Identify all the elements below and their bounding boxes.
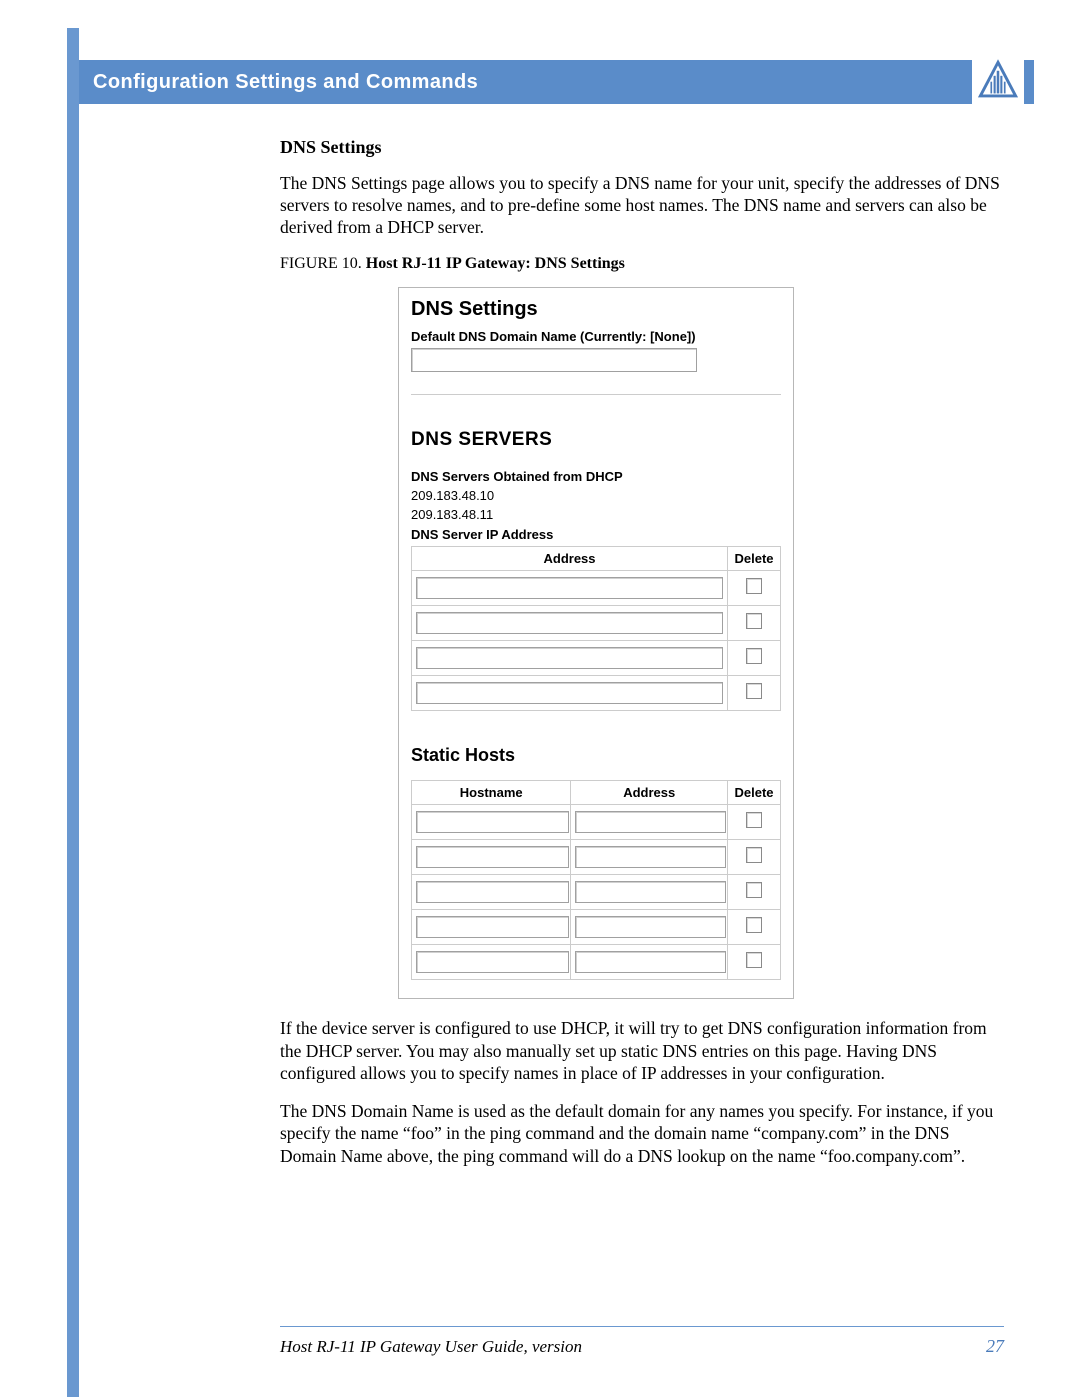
domain-name-input[interactable] bbox=[411, 348, 697, 372]
hostname-input[interactable] bbox=[416, 811, 569, 833]
domain-name-label: Default DNS Domain Name (Currently: [Non… bbox=[411, 329, 781, 344]
col-delete: Delete bbox=[728, 781, 781, 805]
delete-checkbox[interactable] bbox=[746, 952, 762, 968]
address-input[interactable] bbox=[575, 881, 726, 903]
address-input[interactable] bbox=[416, 647, 723, 669]
table-row bbox=[412, 840, 781, 875]
hostname-input[interactable] bbox=[416, 881, 569, 903]
page-footer: Host RJ-11 IP Gateway User Guide, versio… bbox=[280, 1336, 1004, 1357]
col-delete: Delete bbox=[728, 547, 781, 571]
dhcp-server-2: 209.183.48.11 bbox=[411, 507, 781, 524]
address-input[interactable] bbox=[575, 846, 726, 868]
figure-title: Host RJ-11 IP Gateway: DNS Settings bbox=[366, 255, 625, 272]
delete-checkbox[interactable] bbox=[746, 917, 762, 933]
hostname-input[interactable] bbox=[416, 916, 569, 938]
figure-caption: FIGURE 10. Host RJ-11 IP Gateway: DNS Se… bbox=[280, 255, 1004, 273]
divider bbox=[411, 394, 781, 395]
table-row bbox=[412, 945, 781, 980]
dns-settings-screenshot: DNS Settings Default DNS Domain Name (Cu… bbox=[398, 287, 794, 1000]
brand-logo bbox=[972, 54, 1024, 106]
address-input[interactable] bbox=[575, 951, 726, 973]
col-hostname: Hostname bbox=[412, 781, 571, 805]
table-row bbox=[412, 571, 781, 606]
static-hosts-table: Hostname Address Delete bbox=[411, 780, 781, 980]
body-paragraph-1: If the device server is configured to us… bbox=[280, 1017, 1004, 1084]
dns-servers-heading: DNS SERVERS bbox=[411, 429, 781, 451]
address-input[interactable] bbox=[416, 682, 723, 704]
table-row bbox=[412, 910, 781, 945]
delete-checkbox[interactable] bbox=[746, 648, 762, 664]
chapter-title: Configuration Settings and Commands bbox=[93, 71, 478, 94]
address-input[interactable] bbox=[416, 612, 723, 634]
delete-checkbox[interactable] bbox=[746, 812, 762, 828]
section-title: DNS Settings bbox=[280, 137, 1004, 158]
triangle-logo-icon bbox=[977, 59, 1019, 101]
hostname-input[interactable] bbox=[416, 846, 569, 868]
footer-rule bbox=[280, 1326, 1004, 1327]
table-row bbox=[412, 875, 781, 910]
margin-stripe bbox=[67, 28, 79, 1397]
col-address: Address bbox=[412, 547, 728, 571]
table-row bbox=[412, 676, 781, 711]
dhcp-server-1: 209.183.48.10 bbox=[411, 488, 781, 505]
dns-server-table: Address Delete bbox=[411, 546, 781, 711]
panel-title: DNS Settings bbox=[411, 298, 781, 321]
delete-checkbox[interactable] bbox=[746, 847, 762, 863]
chapter-header: Configuration Settings and Commands bbox=[79, 60, 1034, 104]
static-hosts-heading: Static Hosts bbox=[411, 745, 781, 766]
delete-checkbox[interactable] bbox=[746, 578, 762, 594]
table-row bbox=[412, 606, 781, 641]
address-input[interactable] bbox=[575, 811, 726, 833]
dns-server-ip-label: DNS Server IP Address bbox=[411, 527, 781, 542]
footer-doc-title: Host RJ-11 IP Gateway User Guide, versio… bbox=[280, 1337, 582, 1357]
dhcp-servers-label: DNS Servers Obtained from DHCP bbox=[411, 469, 781, 484]
address-input[interactable] bbox=[575, 916, 726, 938]
col-address: Address bbox=[571, 781, 728, 805]
page-number: 27 bbox=[986, 1336, 1004, 1357]
body-paragraph-2: The DNS Domain Name is used as the defau… bbox=[280, 1100, 1004, 1167]
delete-checkbox[interactable] bbox=[746, 613, 762, 629]
hostname-input[interactable] bbox=[416, 951, 569, 973]
table-row bbox=[412, 641, 781, 676]
section-intro: The DNS Settings page allows you to spec… bbox=[280, 172, 1004, 239]
address-input[interactable] bbox=[416, 577, 723, 599]
delete-checkbox[interactable] bbox=[746, 683, 762, 699]
table-row bbox=[412, 805, 781, 840]
delete-checkbox[interactable] bbox=[746, 882, 762, 898]
figure-prefix: FIGURE 10. bbox=[280, 255, 366, 272]
